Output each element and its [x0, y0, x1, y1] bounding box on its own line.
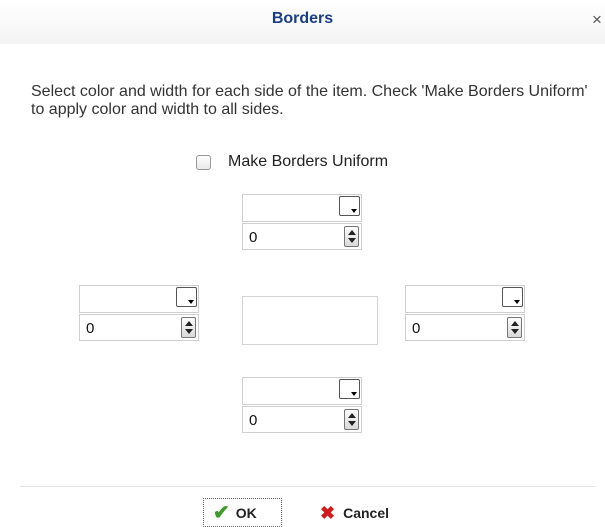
make-borders-uniform-label[interactable]: Make Borders Uniform	[228, 153, 388, 171]
bottom-width-spinner[interactable]	[344, 409, 359, 430]
dialog-titlebar: Borders ×	[0, 0, 605, 44]
left-border-controls: 0	[79, 285, 199, 341]
left-width-spinner[interactable]	[181, 317, 196, 338]
instructions-text: Select color and width for each side of …	[31, 83, 588, 118]
ok-button[interactable]: ✔ OK	[203, 498, 282, 527]
top-color-picker-button[interactable]	[339, 196, 360, 216]
left-color-field[interactable]	[79, 285, 199, 313]
bottom-width-field[interactable]: 0	[242, 406, 362, 433]
cancel-button[interactable]: ✖ Cancel	[311, 498, 413, 527]
bottom-color-picker-button[interactable]	[339, 379, 360, 399]
spinner-down-icon[interactable]	[185, 329, 193, 334]
left-width-value: 0	[86, 320, 95, 337]
border-preview-box	[242, 296, 378, 345]
spinner-up-icon[interactable]	[511, 321, 519, 326]
spinner-down-icon[interactable]	[511, 329, 519, 334]
close-icon[interactable]: ×	[592, 10, 602, 30]
spinner-up-icon[interactable]	[348, 413, 356, 418]
cancel-button-label: Cancel	[343, 504, 390, 521]
bottom-color-field[interactable]	[242, 377, 362, 405]
left-color-picker-button[interactable]	[176, 287, 197, 307]
spinner-up-icon[interactable]	[348, 230, 356, 235]
make-borders-uniform-checkbox[interactable]	[196, 154, 211, 170]
bottom-border-controls: 0	[242, 377, 362, 433]
left-width-field[interactable]: 0	[79, 314, 199, 341]
right-color-picker-button[interactable]	[502, 287, 523, 307]
right-width-field[interactable]: 0	[405, 314, 525, 341]
footer-divider	[20, 486, 595, 487]
bottom-width-value: 0	[249, 412, 258, 429]
ok-button-label: OK	[235, 504, 257, 521]
x-icon: ✖	[320, 502, 336, 523]
top-color-field[interactable]	[242, 194, 362, 222]
spinner-down-icon[interactable]	[348, 421, 356, 426]
make-borders-uniform-option[interactable]: Make Borders Uniform	[196, 151, 388, 173]
top-width-value: 0	[249, 229, 258, 246]
top-width-field[interactable]: 0	[242, 223, 362, 250]
checkmark-icon: ✔	[213, 501, 230, 524]
right-border-controls: 0	[405, 285, 525, 341]
spinner-up-icon[interactable]	[185, 321, 193, 326]
top-width-spinner[interactable]	[344, 226, 359, 247]
top-border-controls: 0	[242, 194, 362, 250]
right-color-field[interactable]	[405, 285, 525, 313]
right-width-value: 0	[412, 320, 421, 337]
spinner-down-icon[interactable]	[348, 238, 356, 243]
dialog-title: Borders	[271, 10, 334, 27]
right-width-spinner[interactable]	[507, 317, 522, 338]
